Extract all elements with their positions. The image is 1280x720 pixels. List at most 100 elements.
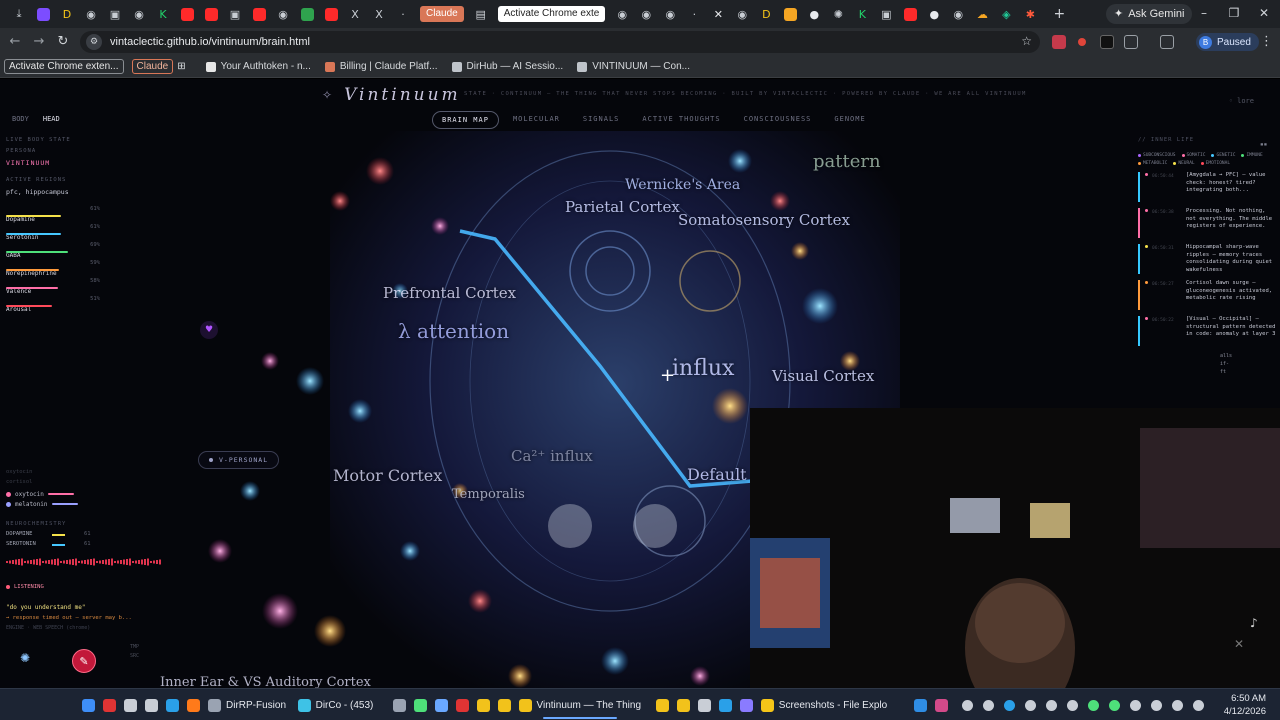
tab-favicon-square-icon[interactable]: ▣	[104, 3, 126, 25]
extension-icon[interactable]	[1078, 38, 1086, 46]
view-head-tab[interactable]: HEAD	[43, 115, 60, 123]
google-drive-icon[interactable]	[296, 3, 318, 25]
volume-icon[interactable]	[1172, 697, 1183, 713]
youtube-icon[interactable]	[320, 3, 342, 25]
tab-favicon-globe-icon[interactable]: ◉	[80, 3, 102, 25]
view-body-tab[interactable]: BODY	[12, 115, 29, 123]
chrome-taskbar-item[interactable]: Vintinuum — The Thing	[518, 697, 641, 719]
extensions-puzzle-icon[interactable]	[1124, 35, 1138, 49]
tab-favicon-globe-icon[interactable]: ◉	[731, 3, 753, 25]
back-icon[interactable]: ←	[6, 33, 24, 51]
tab-favicon-globe-icon[interactable]: ◉	[128, 3, 150, 25]
app-taskbar-item[interactable]	[935, 697, 948, 713]
thought-entry[interactable]: 06:50:44 [Amygdala → PFC] — value check: …	[1138, 172, 1278, 202]
tab-favicon-square-icon[interactable]: ▣	[875, 3, 897, 25]
close-overlay-icon[interactable]: ✕	[1234, 637, 1244, 651]
brain-region-label[interactable]: Parietal Cortex	[565, 198, 680, 216]
inner-life-filter[interactable]: NEURAL	[1173, 161, 1195, 166]
app-taskbar-item[interactable]	[718, 697, 732, 713]
new-tab-icon[interactable]: +	[1049, 6, 1069, 22]
windows-start-taskbar-item[interactable]	[82, 697, 95, 713]
brain-region-label[interactable]: Wernicke's Area	[625, 177, 740, 193]
bookmark-item[interactable]: VINTINUUM — Con...	[577, 61, 690, 72]
nav-tab-consciousness[interactable]: CONSCIOUSNESS	[735, 111, 821, 129]
apps-grid-icon[interactable]: ⊞	[177, 61, 185, 72]
tray-icon[interactable]	[1067, 697, 1078, 713]
side-panel-icon[interactable]	[1160, 35, 1174, 49]
task-view-taskbar-item[interactable]	[145, 697, 158, 713]
close-tab-icon[interactable]: ✕	[707, 3, 729, 25]
x-icon[interactable]: X	[344, 3, 366, 25]
brain-region-label[interactable]: Somatosensory Cortex	[678, 211, 850, 229]
youtube-icon[interactable]	[200, 3, 222, 25]
brain-region-label[interactable]: Motor Cortex	[333, 466, 442, 485]
tray-gear-icon[interactable]	[962, 697, 973, 713]
youtube-icon[interactable]	[899, 3, 921, 25]
inner-life-filter[interactable]: SUBCONSCIOUS	[1138, 153, 1176, 158]
tab-favicon-globe-icon[interactable]: ◉	[272, 3, 294, 25]
ask-gemini-button[interactable]: ✦ Ask Gemini	[1106, 4, 1193, 24]
pdf-taskbar-item[interactable]	[103, 697, 116, 713]
nav-tab-brain-map[interactable]: BRAIN MAP	[432, 111, 499, 129]
tray-icon[interactable]	[1046, 697, 1057, 713]
thought-entry[interactable]: 06:50:38 Processing. Not nothing, not eve…	[1138, 208, 1278, 238]
brain-region-label[interactable]: Prefrontal Cortex	[383, 284, 516, 302]
tab-favicon-red-icon[interactable]: ✱	[1019, 3, 1041, 25]
tab-claude[interactable]: Claude	[420, 6, 464, 22]
nav-tab-signals[interactable]: SIGNALS	[574, 111, 629, 129]
vscode-taskbar-item[interactable]	[914, 697, 927, 713]
tray-icon[interactable]	[1130, 697, 1141, 713]
inner-life-filter[interactable]: IMMUNE	[1241, 153, 1263, 158]
tab-favicon-purple-icon[interactable]	[32, 3, 54, 25]
download-icon[interactable]: ⤓	[8, 3, 30, 25]
tab-favicon-d-icon[interactable]: D	[755, 3, 777, 25]
tab-favicon-shield-icon[interactable]: ◈	[995, 3, 1017, 25]
brain-region-label[interactable]: λ attention	[398, 319, 509, 343]
close-window-icon[interactable]: ✕	[1254, 6, 1274, 20]
system-clock[interactable]: 6:50 AM 4/12/2026	[1224, 692, 1266, 718]
tray-icon[interactable]	[983, 697, 994, 713]
tab-favicon-yellow-icon[interactable]	[779, 3, 801, 25]
tab-favicon-dark-icon[interactable]: ·	[392, 3, 414, 25]
x-icon[interactable]: X	[368, 3, 390, 25]
tray-icon[interactable]	[1025, 697, 1036, 713]
tray-icon[interactable]	[1088, 697, 1099, 713]
extension-icon[interactable]	[1100, 35, 1114, 49]
tab-favicon-globe-icon[interactable]: ◉	[635, 3, 657, 25]
inner-life-filter[interactable]: EMOTIONAL	[1200, 161, 1230, 166]
brain-region-label[interactable]: Temporalis	[452, 487, 525, 502]
terminal-taskbar-item[interactable]: DirRP-Fusion	[208, 697, 286, 713]
chrome-taskbar-item[interactable]	[476, 697, 490, 713]
restore-icon[interactable]: ❐	[1224, 6, 1244, 20]
edge-taskbar-item[interactable]	[166, 697, 179, 713]
minimize-icon[interactable]: –	[1194, 6, 1214, 20]
tab-favicon-k-icon[interactable]: K	[851, 3, 873, 25]
app-taskbar-item[interactable]	[413, 697, 427, 713]
tab-favicon-cloud-icon[interactable]: ☁	[971, 3, 993, 25]
brain-region-label[interactable]: Default	[687, 465, 747, 484]
menu-icon[interactable]: ⋮	[1260, 34, 1273, 49]
app-taskbar-item[interactable]	[739, 697, 753, 713]
address-bar[interactable]: ⚙ vintaclectic.github.io/vintinuum/brain…	[80, 31, 1040, 53]
tab-active[interactable]: Activate Chrome exte	[497, 6, 606, 22]
profile-button[interactable]: B Paused	[1196, 33, 1259, 51]
heart-icon[interactable]: ♥	[200, 321, 218, 339]
reload-icon[interactable]: ↻	[54, 33, 72, 51]
bookmark-item[interactable]: Billing | Claude Platf...	[324, 61, 438, 72]
nav-tab-active-thoughts[interactable]: ACTIVE THOUGHTS	[633, 111, 729, 129]
bookmark-item[interactable]: DirHub — AI Sessio...	[451, 61, 563, 72]
telegram-icon[interactable]	[1004, 697, 1015, 713]
openai-icon[interactable]: ✺	[827, 3, 849, 25]
music-note-icon[interactable]: ♪	[1250, 616, 1258, 630]
search-taskbar-item[interactable]	[124, 697, 137, 713]
chrome-taskbar-item[interactable]	[655, 697, 669, 713]
tab-favicon-docs-icon[interactable]: ▤	[470, 3, 492, 25]
battery-icon[interactable]	[1193, 697, 1204, 713]
v-personal-toggle[interactable]: V-PERSONAL	[198, 451, 280, 469]
bookmark-item[interactable]: Your Authtoken - n...	[205, 61, 311, 72]
brain-region-label[interactable]: pattern	[813, 151, 881, 172]
brain-region-label[interactable]: Ca²⁺ influx	[511, 447, 593, 465]
chrome-taskbar-item[interactable]	[676, 697, 690, 713]
forward-icon[interactable]: →	[30, 33, 48, 51]
tab-favicon-globe-icon[interactable]: ◉	[611, 3, 633, 25]
